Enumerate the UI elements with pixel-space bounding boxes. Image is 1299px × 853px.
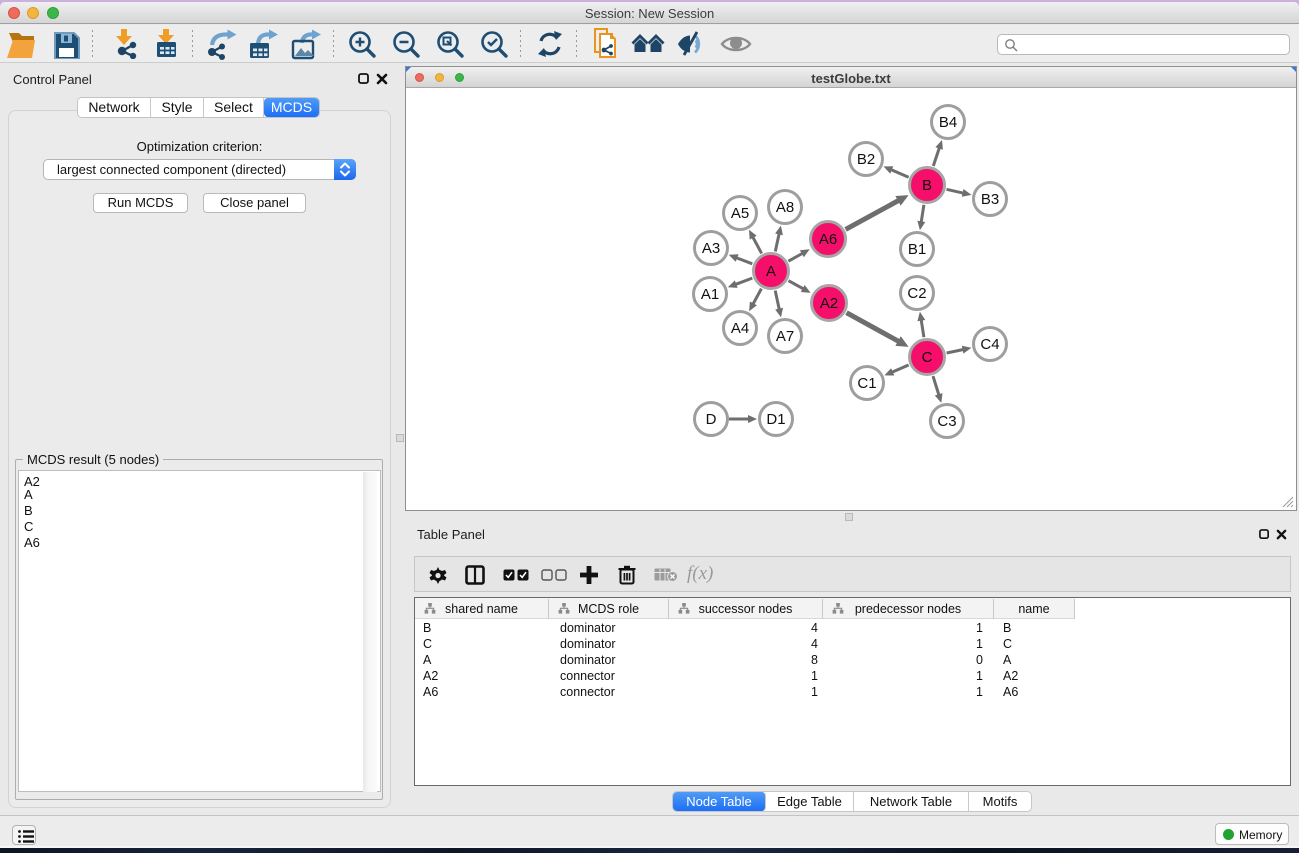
svg-text:A5: A5 xyxy=(731,205,749,222)
svg-text:C1: C1 xyxy=(857,375,876,392)
svg-text:A: A xyxy=(766,263,776,280)
svg-text:A4: A4 xyxy=(731,320,749,337)
svg-text:B: B xyxy=(922,177,932,194)
svg-text:A1: A1 xyxy=(701,286,719,303)
svg-text:C2: C2 xyxy=(907,285,926,302)
svg-text:C3: C3 xyxy=(937,413,956,430)
svg-text:B4: B4 xyxy=(939,114,957,131)
svg-text:B3: B3 xyxy=(981,191,999,208)
svg-text:D1: D1 xyxy=(766,411,785,428)
svg-text:A6: A6 xyxy=(819,231,837,248)
svg-text:B1: B1 xyxy=(908,241,926,258)
svg-text:A3: A3 xyxy=(702,240,720,257)
svg-text:A7: A7 xyxy=(776,328,794,345)
svg-text:C4: C4 xyxy=(980,336,999,353)
svg-text:A8: A8 xyxy=(776,199,794,216)
svg-text:B2: B2 xyxy=(857,151,875,168)
svg-text:C: C xyxy=(922,349,933,366)
svg-text:D: D xyxy=(706,411,717,428)
svg-text:A2: A2 xyxy=(820,295,838,312)
